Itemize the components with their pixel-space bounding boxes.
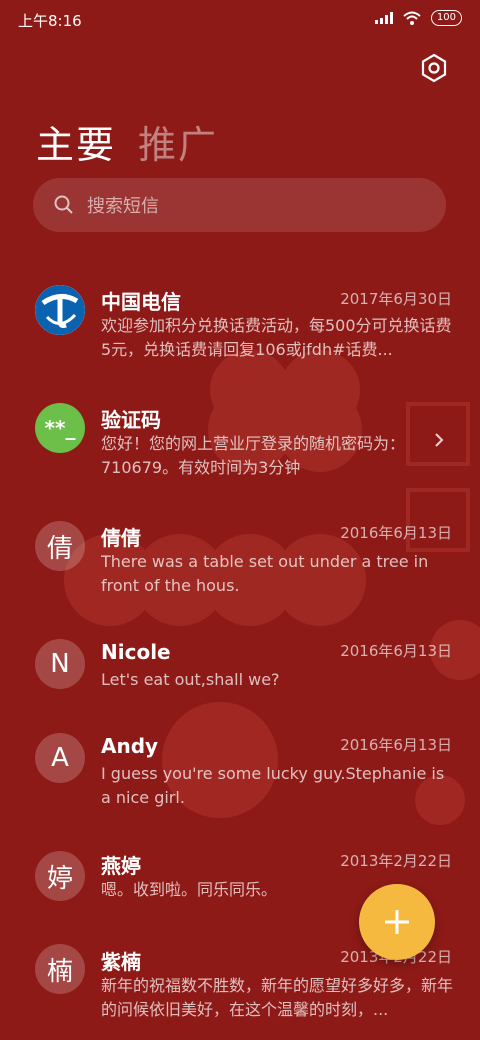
avatar: **_ <box>35 403 85 453</box>
message-date: 2017年6月30日 <box>340 290 452 308</box>
status-time: 上午8:16 <box>18 12 82 30</box>
conversation-item[interactable]: **_ 验证码 您好！您的网上营业厅登录的随机密码为：710679。有效时间为3… <box>0 400 480 480</box>
message-preview: 欢迎参加积分兑换话费活动，每500分可兑换话费5元，兑换话费请回复106或jfd… <box>101 316 452 359</box>
chevron-right-icon[interactable] <box>430 430 448 450</box>
battery-indicator: 100 <box>430 10 462 26</box>
status-icons: 100 <box>374 10 462 26</box>
sender-name: 验证码 <box>101 408 161 432</box>
sender-name: Nicole <box>101 640 171 664</box>
message-preview: I guess you're some lucky guy.Stephanie … <box>101 764 445 807</box>
china-telecom-logo-icon <box>35 285 85 335</box>
avatar: 倩 <box>35 521 85 571</box>
conversation-item[interactable]: 倩 倩倩 2016年6月13日 There was a table set ou… <box>0 518 480 598</box>
sender-name: Andy <box>101 734 159 758</box>
avatar: N <box>35 639 85 689</box>
search-input[interactable] <box>85 192 429 220</box>
plus-icon <box>385 910 409 934</box>
message-preview: 新年的祝福数不胜数，新年的愿望好多好多，新年的问候依旧美好，在这个温馨的时刻，.… <box>101 976 453 1019</box>
message-preview: 您好！您的网上营业厅登录的随机密码为：710679。有效时间为3分钟 <box>101 434 406 477</box>
search-icon <box>54 195 73 214</box>
sender-name: 倩倩 <box>101 526 141 550</box>
sender-name: 燕婷 <box>101 854 141 878</box>
tab-promotions[interactable]: 推广 <box>138 114 218 169</box>
new-message-button[interactable] <box>359 884 435 960</box>
avatar: A <box>35 733 85 783</box>
message-date: 2016年6月13日 <box>340 524 452 542</box>
avatar: 婷 <box>35 851 85 901</box>
tab-primary[interactable]: 主要 <box>36 114 116 169</box>
status-bar: 上午8:16 100 <box>0 0 480 40</box>
message-preview: There was a table set out under a tree i… <box>101 552 429 595</box>
settings-gear-icon[interactable] <box>418 52 450 84</box>
wifi-icon <box>403 11 421 25</box>
message-date: 2016年6月13日 <box>340 736 452 754</box>
search-bar[interactable] <box>33 178 446 232</box>
message-date: 2016年6月13日 <box>340 642 452 660</box>
avatar: 楠 <box>35 944 85 994</box>
signal-icon <box>374 12 393 24</box>
sender-name: 紫楠 <box>101 950 141 974</box>
conversation-item[interactable]: A Andy 2016年6月13日 I guess you're some lu… <box>0 730 480 810</box>
sender-name: 中国电信 <box>101 290 181 314</box>
message-date: 2013年2月22日 <box>340 852 452 870</box>
message-preview: Let's eat out,shall we? <box>101 670 280 689</box>
conversation-item[interactable]: N Nicole 2016年6月13日 Let's eat out,shall … <box>0 636 480 696</box>
conversation-item[interactable]: 中国电信 2017年6月30日 欢迎参加积分兑换话费活动，每500分可兑换话费5… <box>0 282 480 362</box>
tab-bar: 主要 推广 <box>36 114 218 169</box>
